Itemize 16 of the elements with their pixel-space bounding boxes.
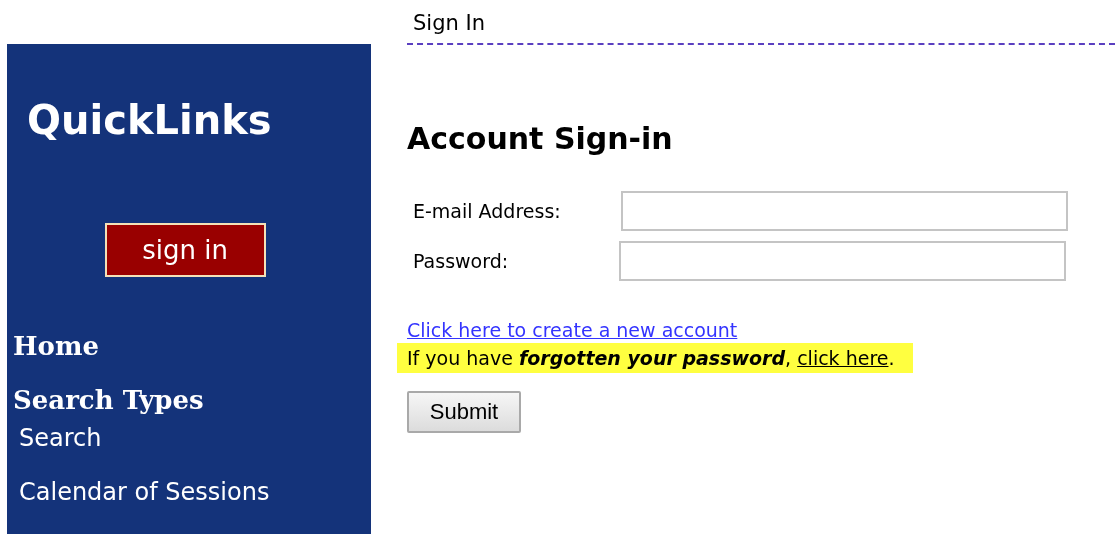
- field-label: Password:: [413, 250, 509, 272]
- sidebar-link[interactable]: Search: [19, 421, 102, 455]
- breadcrumb: Sign In: [407, 9, 1115, 45]
- sidebar-heading-link[interactable]: Search Types: [13, 383, 204, 417]
- sidebar-title: QuickLinks: [27, 98, 273, 142]
- input-field[interactable]: [619, 241, 1066, 281]
- field-label: E-mail Address:: [413, 200, 561, 222]
- input-field[interactable]: [621, 191, 1068, 231]
- sidebar-link[interactable]: Calendar of Sessions: [19, 475, 270, 509]
- page-heading: Account Sign-in: [407, 120, 674, 158]
- sidebar-heading-link[interactable]: Home: [13, 329, 99, 363]
- forgot-password-link[interactable]: click here: [797, 347, 889, 369]
- submit-button[interactable]: Submit: [407, 391, 521, 433]
- forgot-password-notice: If you have forgotten your password, click here.: [397, 343, 913, 373]
- create-account-link[interactable]: Click here to create a new account: [407, 319, 738, 341]
- sign-in-button[interactable]: sign in: [104, 223, 266, 277]
